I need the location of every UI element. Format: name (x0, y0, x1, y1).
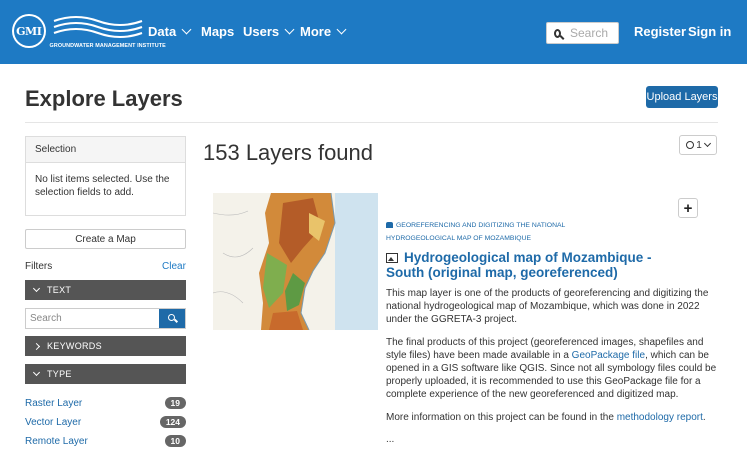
count-badge: 124 (159, 416, 186, 428)
geopackage-link[interactable]: GeoPackage file (572, 350, 645, 361)
layer-group-link[interactable]: GEOREFERENCING AND DIGITIZING THE NATION… (386, 222, 686, 229)
chevron-down-icon (32, 368, 41, 377)
logo-wordmark: GROUNDWATER MANAGEMENT INSTITUTE (50, 11, 166, 51)
divider (25, 122, 718, 123)
group-line-1: GEOREFERENCING AND DIGITIZING THE NATION… (396, 222, 566, 229)
type-filter-remote[interactable]: Remote Layer 10 (25, 433, 186, 449)
chevron-down-icon (32, 284, 41, 293)
description-ellipsis: ... (386, 434, 395, 445)
search-icon (167, 314, 175, 321)
gmi-logo[interactable]: GMI GROUNDWATER MANAGEMENT INSTITUTE (12, 10, 166, 52)
add-to-selection-button[interactable]: + (678, 198, 698, 218)
layer-title-text: Hydrogeological map of Mozambique - Sout… (386, 250, 652, 280)
desc3-text: More information on this project can be … (386, 412, 617, 423)
results-count: 153 Layers found (203, 140, 374, 165)
map-thumbnail-image (213, 193, 378, 330)
nav-data-label: Data (148, 24, 177, 39)
logo-text: GROUNDWATER MANAGEMENT INSTITUTE (49, 43, 166, 49)
clock-icon (686, 141, 695, 149)
top-navbar: GMI GROUNDWATER MANAGEMENT INSTITUTE Dat… (0, 0, 747, 64)
count-badge: 10 (164, 435, 186, 447)
page-title: Explore Layers (25, 86, 183, 111)
type-filter-vector[interactable]: Vector Layer 124 (25, 414, 186, 430)
nav-search-input[interactable] (570, 26, 618, 40)
chevron-down-icon (181, 24, 192, 35)
create-map-button[interactable]: Create a Map (25, 229, 186, 249)
group-icon (386, 222, 393, 229)
chevron-down-icon (336, 24, 347, 35)
facet-type[interactable]: TYPE (25, 364, 186, 384)
nav-more[interactable]: More (300, 24, 347, 39)
sort-label: 1 (696, 139, 702, 151)
type-label: Raster Layer (25, 397, 83, 409)
logo-initials: GMI (16, 24, 42, 38)
facet-keywords[interactable]: KEYWORDS (25, 336, 186, 356)
facet-text-label: TEXT (47, 285, 72, 295)
nav-data[interactable]: Data (148, 24, 192, 39)
layer-description-2: The final products of this project (geor… (386, 336, 721, 401)
type-filter-raster[interactable]: Raster Layer 19 (25, 395, 186, 411)
register-link[interactable]: Register (634, 24, 686, 39)
sort-button[interactable]: 1 (679, 135, 717, 155)
nav-more-label: More (300, 24, 332, 39)
clear-filters-link[interactable]: Clear (162, 261, 186, 272)
chevron-down-icon (284, 24, 295, 35)
filters-label: Filters (25, 261, 53, 272)
layer-group-link-line2[interactable]: HYDROGEOLOGICAL MAP OF MOZAMBIQUE (386, 235, 686, 242)
upload-layers-button[interactable]: Upload Layers (646, 86, 718, 108)
signin-link[interactable]: Sign in (688, 24, 731, 39)
selection-text: No list items selected. Use the selectio… (35, 174, 170, 198)
layer-description-1: This map layer is one of the products of… (386, 288, 709, 325)
facet-text[interactable]: TEXT (25, 280, 186, 300)
text-filter-search-button[interactable] (159, 309, 185, 328)
methodology-report-link[interactable]: methodology report (617, 412, 703, 423)
selection-panel: Selection No list items selected. Use th… (25, 136, 186, 216)
chevron-right-icon (32, 342, 41, 350)
nav-users-label: Users (243, 24, 280, 39)
plus-icon: + (683, 199, 693, 217)
nav-maps-label: Maps (201, 24, 235, 39)
text-filter-input[interactable] (26, 309, 159, 328)
desc3-text-after: . (702, 412, 706, 423)
facet-keywords-label: KEYWORDS (47, 341, 102, 351)
image-icon (386, 253, 398, 263)
logo-seal: GMI (12, 14, 46, 48)
layer-title[interactable]: Hydrogeological map of Mozambique - Sout… (386, 250, 686, 280)
nav-users[interactable]: Users (243, 24, 295, 39)
text-filter-box (25, 308, 186, 329)
nav-maps[interactable]: Maps (201, 24, 234, 39)
facet-type-label: TYPE (47, 369, 72, 379)
layer-thumbnail[interactable] (213, 193, 378, 330)
search-icon (554, 28, 561, 38)
type-label: Vector Layer (25, 416, 82, 428)
count-badge: 19 (164, 397, 186, 409)
wave-icon (53, 16, 142, 38)
selection-title: Selection (26, 137, 185, 163)
chevron-down-icon (703, 139, 711, 148)
type-label: Remote Layer (25, 435, 88, 447)
nav-search-box[interactable] (546, 22, 619, 44)
layer-description-3: More information on this project can be … (386, 411, 721, 424)
